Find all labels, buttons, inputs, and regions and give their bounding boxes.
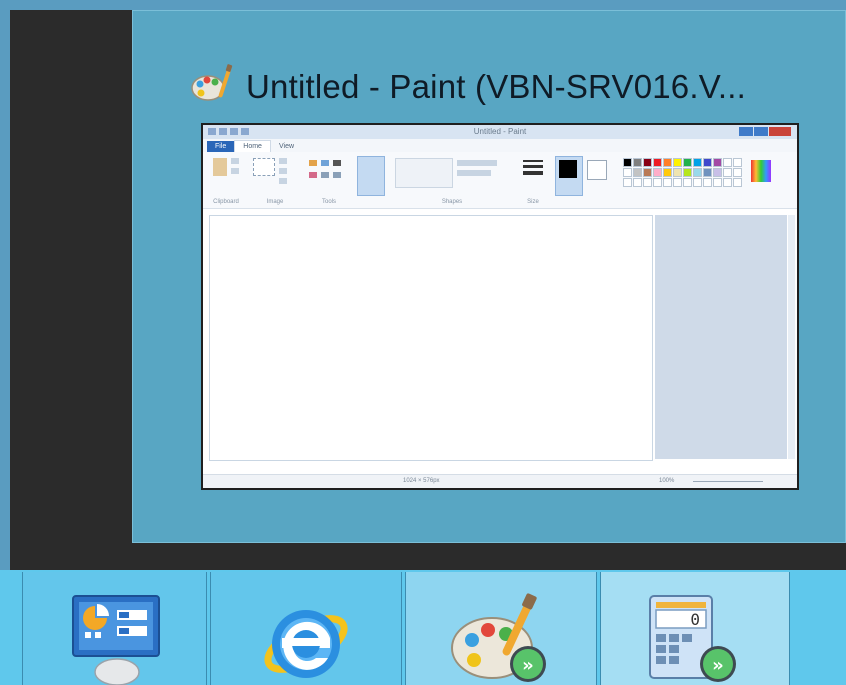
taskbar-button-calculator-remote[interactable]: 0 »	[600, 572, 790, 685]
eraser-icon	[309, 172, 317, 178]
magnifier-icon	[333, 172, 341, 178]
paint-palette-icon	[190, 62, 234, 111]
svg-text:»: »	[712, 655, 724, 676]
taskbar-button-internet-explorer[interactable]	[210, 572, 402, 685]
taskbar-button-server-manager[interactable]	[22, 572, 207, 685]
paint-remote-app-icon: »	[406, 592, 596, 685]
tab-view: View	[278, 143, 295, 150]
vertical-scrollbar	[788, 215, 795, 459]
top-edge	[0, 0, 846, 10]
svg-text:»: »	[522, 655, 534, 676]
taskbar-button-paint-remote[interactable]: »	[405, 572, 597, 685]
calculator-remote-app-icon: 0 »	[601, 592, 789, 685]
paint-canvas	[209, 215, 653, 461]
ribbon-group-clipboard: Clipboard	[209, 156, 243, 205]
brushes-icon	[357, 156, 385, 196]
ribbon-group-size: Size	[519, 156, 547, 205]
thumbnail-title: Untitled - Paint (VBN-SRV016.V...	[246, 67, 747, 105]
select-icon	[253, 158, 275, 176]
picker-icon	[321, 172, 329, 178]
ribbon-tabs: File Home View	[203, 139, 797, 152]
color-palette	[623, 158, 742, 187]
close-icon	[769, 127, 791, 136]
paint-window-preview: Untitled - Paint File Home View Clipboar…	[203, 125, 797, 488]
fill-icon	[321, 160, 329, 166]
ribbon-group-label: Size	[527, 199, 539, 205]
zoom-text: 100%	[659, 478, 675, 484]
thumbnail-title-row[interactable]: Untitled - Paint (VBN-SRV016.V...	[190, 62, 746, 111]
shapes-gallery	[395, 158, 453, 188]
zoom-slider	[693, 481, 763, 482]
ribbon-group-shapes: Shapes	[393, 156, 511, 205]
canvas-size-text: 1024 × 576px	[403, 478, 440, 484]
ribbon: Clipboard Image Tools Shapes Size	[203, 152, 797, 209]
ribbon-group-label: Image	[266, 199, 284, 205]
minimize-icon	[739, 127, 753, 136]
paint-titlebar: Untitled - Paint	[203, 125, 797, 139]
maximize-icon	[754, 127, 768, 136]
ribbon-group-label: Shapes	[441, 199, 463, 205]
internet-explorer-icon	[211, 592, 401, 685]
svg-text:0: 0	[690, 610, 700, 629]
tab-file: File	[207, 141, 235, 152]
color2-swatch	[587, 160, 607, 180]
tab-home: Home	[234, 140, 271, 152]
pencil-icon	[309, 160, 317, 166]
ribbon-group-label: Clipboard	[213, 199, 239, 205]
ribbon-group-brushes	[355, 156, 385, 196]
edit-colors-icon	[751, 160, 771, 182]
server-manager-icon	[23, 592, 206, 685]
status-bar: 1024 × 576px 100%	[203, 474, 797, 488]
thumbnail-preview[interactable]: Untitled - Paint File Home View Clipboar…	[201, 123, 799, 490]
paint-window-title: Untitled - Paint	[473, 127, 527, 136]
color1-swatch	[559, 160, 577, 178]
window-controls	[739, 127, 791, 136]
text-icon	[333, 160, 341, 166]
paste-icon	[213, 158, 227, 176]
ribbon-group-active-colors	[553, 156, 615, 196]
ribbon-group-image: Image	[251, 156, 299, 205]
ribbon-group-label: Tools	[321, 199, 336, 205]
canvas-workspace	[655, 215, 787, 459]
ribbon-group-tools: Tools	[307, 156, 351, 205]
